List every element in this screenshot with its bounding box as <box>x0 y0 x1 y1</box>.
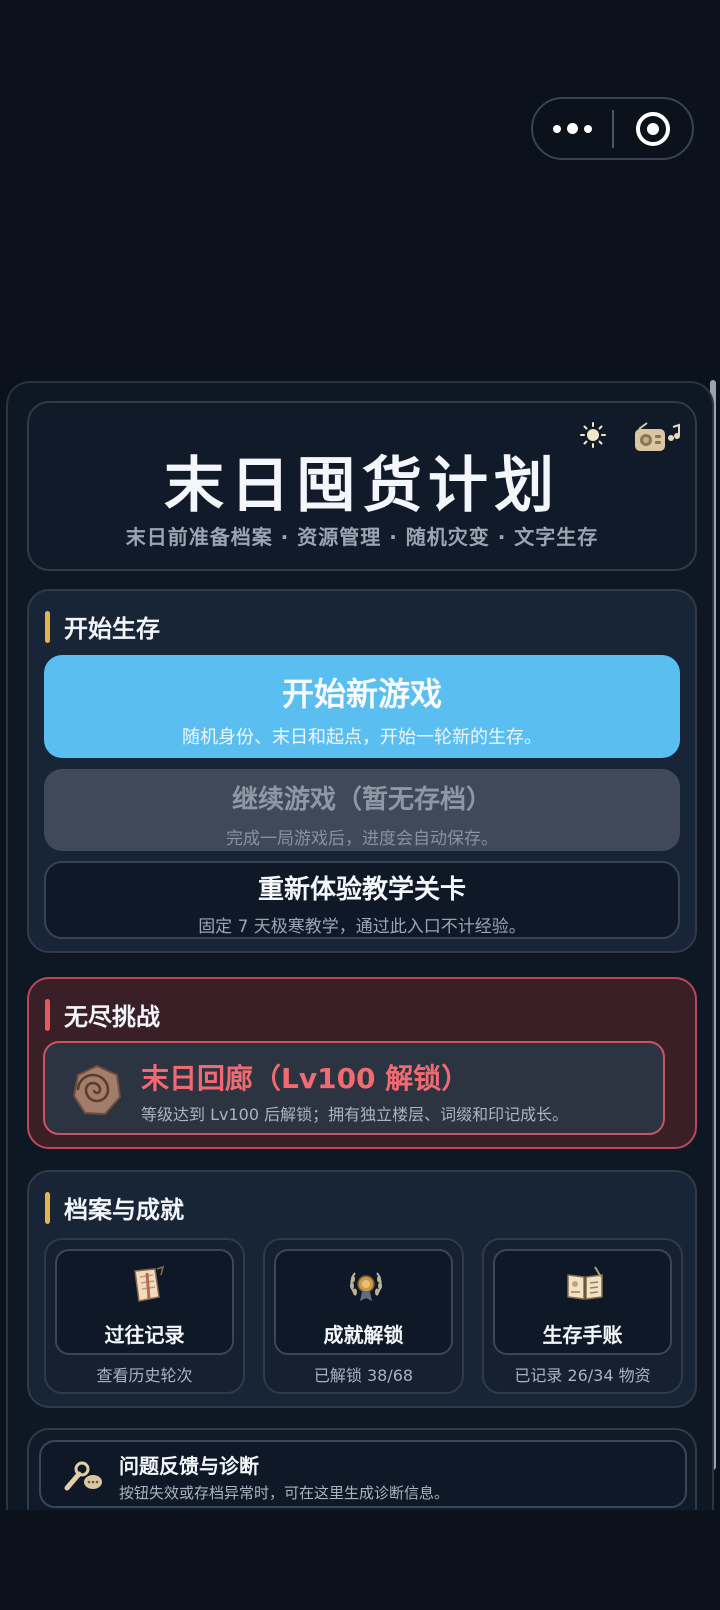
tutorial-label: 重新体验教学关卡 <box>257 875 466 905</box>
feedback-diagnostics-button[interactable]: 问题反馈与诊断 按钮失效或存档异常时，可在这里生成诊断信息。 <box>39 1440 687 1508</box>
feedback-desc: 按钮失效或存档异常时，可在这里生成诊断信息。 <box>119 1484 450 1502</box>
more-button[interactable] <box>533 99 612 158</box>
archive-section-title: 档案与成就 <box>64 1196 184 1224</box>
target-icon <box>635 111 670 146</box>
new-game-desc: 随机身份、末日和起点，开始一轮新的生存。 <box>182 727 542 748</box>
heading-accent-bar <box>45 998 50 1031</box>
survival-journal-label: 生存手账 <box>542 1323 623 1347</box>
page: 末日囤货计划 末日前准备档案 · 资源管理 · 随机灾变 · 文字生存 开始生存… <box>0 0 720 1610</box>
tile-inner: 生存手账 <box>493 1249 672 1355</box>
section-heading: 开始生存 <box>45 609 160 644</box>
achievements-tile[interactable]: 成就解锁 已解锁 38/68 <box>263 1238 464 1394</box>
feedback-section: 问题反馈与诊断 按钮失效或存档异常时，可在这里生成诊断信息。 <box>27 1428 697 1510</box>
archive-achievements-section: 档案与成就 过往记录 查看历史轮次 成就解锁 已解锁 38/68 生存手账 已记… <box>27 1170 697 1408</box>
page-subtitle: 末日前准备档案 · 资源管理 · 随机灾变 · 文字生存 <box>125 525 599 549</box>
sun-icon[interactable] <box>579 421 607 449</box>
radio-music-icon[interactable] <box>633 421 681 455</box>
main-scroll-area: 末日囤货计划 末日前准备档案 · 资源管理 · 随机灾变 · 文字生存 开始生存… <box>6 381 714 1510</box>
tile-inner: 成就解锁 <box>274 1249 453 1355</box>
start-survival-section: 开始生存 开始新游戏 随机身份、末日和起点，开始一轮新的生存。 继续游戏（暂无存… <box>27 589 697 953</box>
achievements-label: 成就解锁 <box>323 1323 404 1347</box>
title-card: 末日囤货计划 末日前准备档案 · 资源管理 · 随机灾变 · 文字生存 <box>27 401 697 571</box>
heading-accent-bar <box>45 1191 50 1224</box>
heading-accent-bar <box>45 610 50 643</box>
tile-inner: 过往记录 <box>55 1249 234 1355</box>
doom-corridor-button[interactable]: 末日回廊（Lv100 解锁） 等级达到 Lv100 后解锁；拥有独立楼层、词缀和… <box>43 1041 665 1135</box>
page-title: 末日囤货计划 <box>164 451 560 521</box>
past-records-stat: 查看历史轮次 <box>96 1366 193 1385</box>
scroll-icon <box>134 1265 165 1302</box>
tutorial-button[interactable]: 重新体验教学关卡 固定 7 天极寒教学，通过此入口不计经验。 <box>44 861 680 939</box>
survival-journal-tile[interactable]: 生存手账 已记录 26/34 物资 <box>482 1238 683 1394</box>
doom-corridor-desc: 等级达到 Lv100 后解锁；拥有独立楼层、词缀和印记成长。 <box>141 1105 569 1124</box>
new-game-label: 开始新游戏 <box>281 675 442 713</box>
wrench-chat-icon <box>64 1461 102 1491</box>
endless-section-title: 无尽挑战 <box>64 1003 160 1031</box>
close-button[interactable] <box>614 99 693 158</box>
endless-challenge-section: 无尽挑战 末日回廊（Lv100 解锁） 等级达到 Lv100 后解锁；拥有独立楼… <box>27 977 697 1149</box>
tutorial-desc: 固定 7 天极寒教学，通过此入口不计经验。 <box>198 917 526 937</box>
achievements-stat: 已解锁 38/68 <box>313 1366 414 1385</box>
past-records-label: 过往记录 <box>104 1323 185 1347</box>
continue-game-desc: 完成一局游戏后，进度会自动保存。 <box>226 829 498 849</box>
past-records-tile[interactable]: 过往记录 查看历史轮次 <box>44 1238 245 1394</box>
spiral-emblem-icon <box>72 1064 122 1116</box>
section-heading: 无尽挑战 <box>45 997 160 1032</box>
section-heading: 档案与成就 <box>45 1190 184 1225</box>
start-section-title: 开始生存 <box>64 615 160 643</box>
continue-game-button[interactable]: 继续游戏（暂无存档） 完成一局游戏后，进度会自动保存。 <box>44 769 680 851</box>
survival-journal-stat: 已记录 26/34 物资 <box>514 1366 651 1385</box>
open-book-icon <box>567 1266 603 1300</box>
new-game-button[interactable]: 开始新游戏 随机身份、末日和起点，开始一轮新的生存。 <box>44 655 680 758</box>
feedback-label: 问题反馈与诊断 <box>119 1454 259 1478</box>
laurel-medal-icon <box>350 1272 382 1301</box>
mini-program-capsule <box>531 97 694 160</box>
continue-game-label: 继续游戏（暂无存档） <box>231 785 492 815</box>
more-dots-icon <box>552 123 592 134</box>
doom-corridor-label: 末日回廊（Lv100 解锁） <box>141 1062 470 1095</box>
